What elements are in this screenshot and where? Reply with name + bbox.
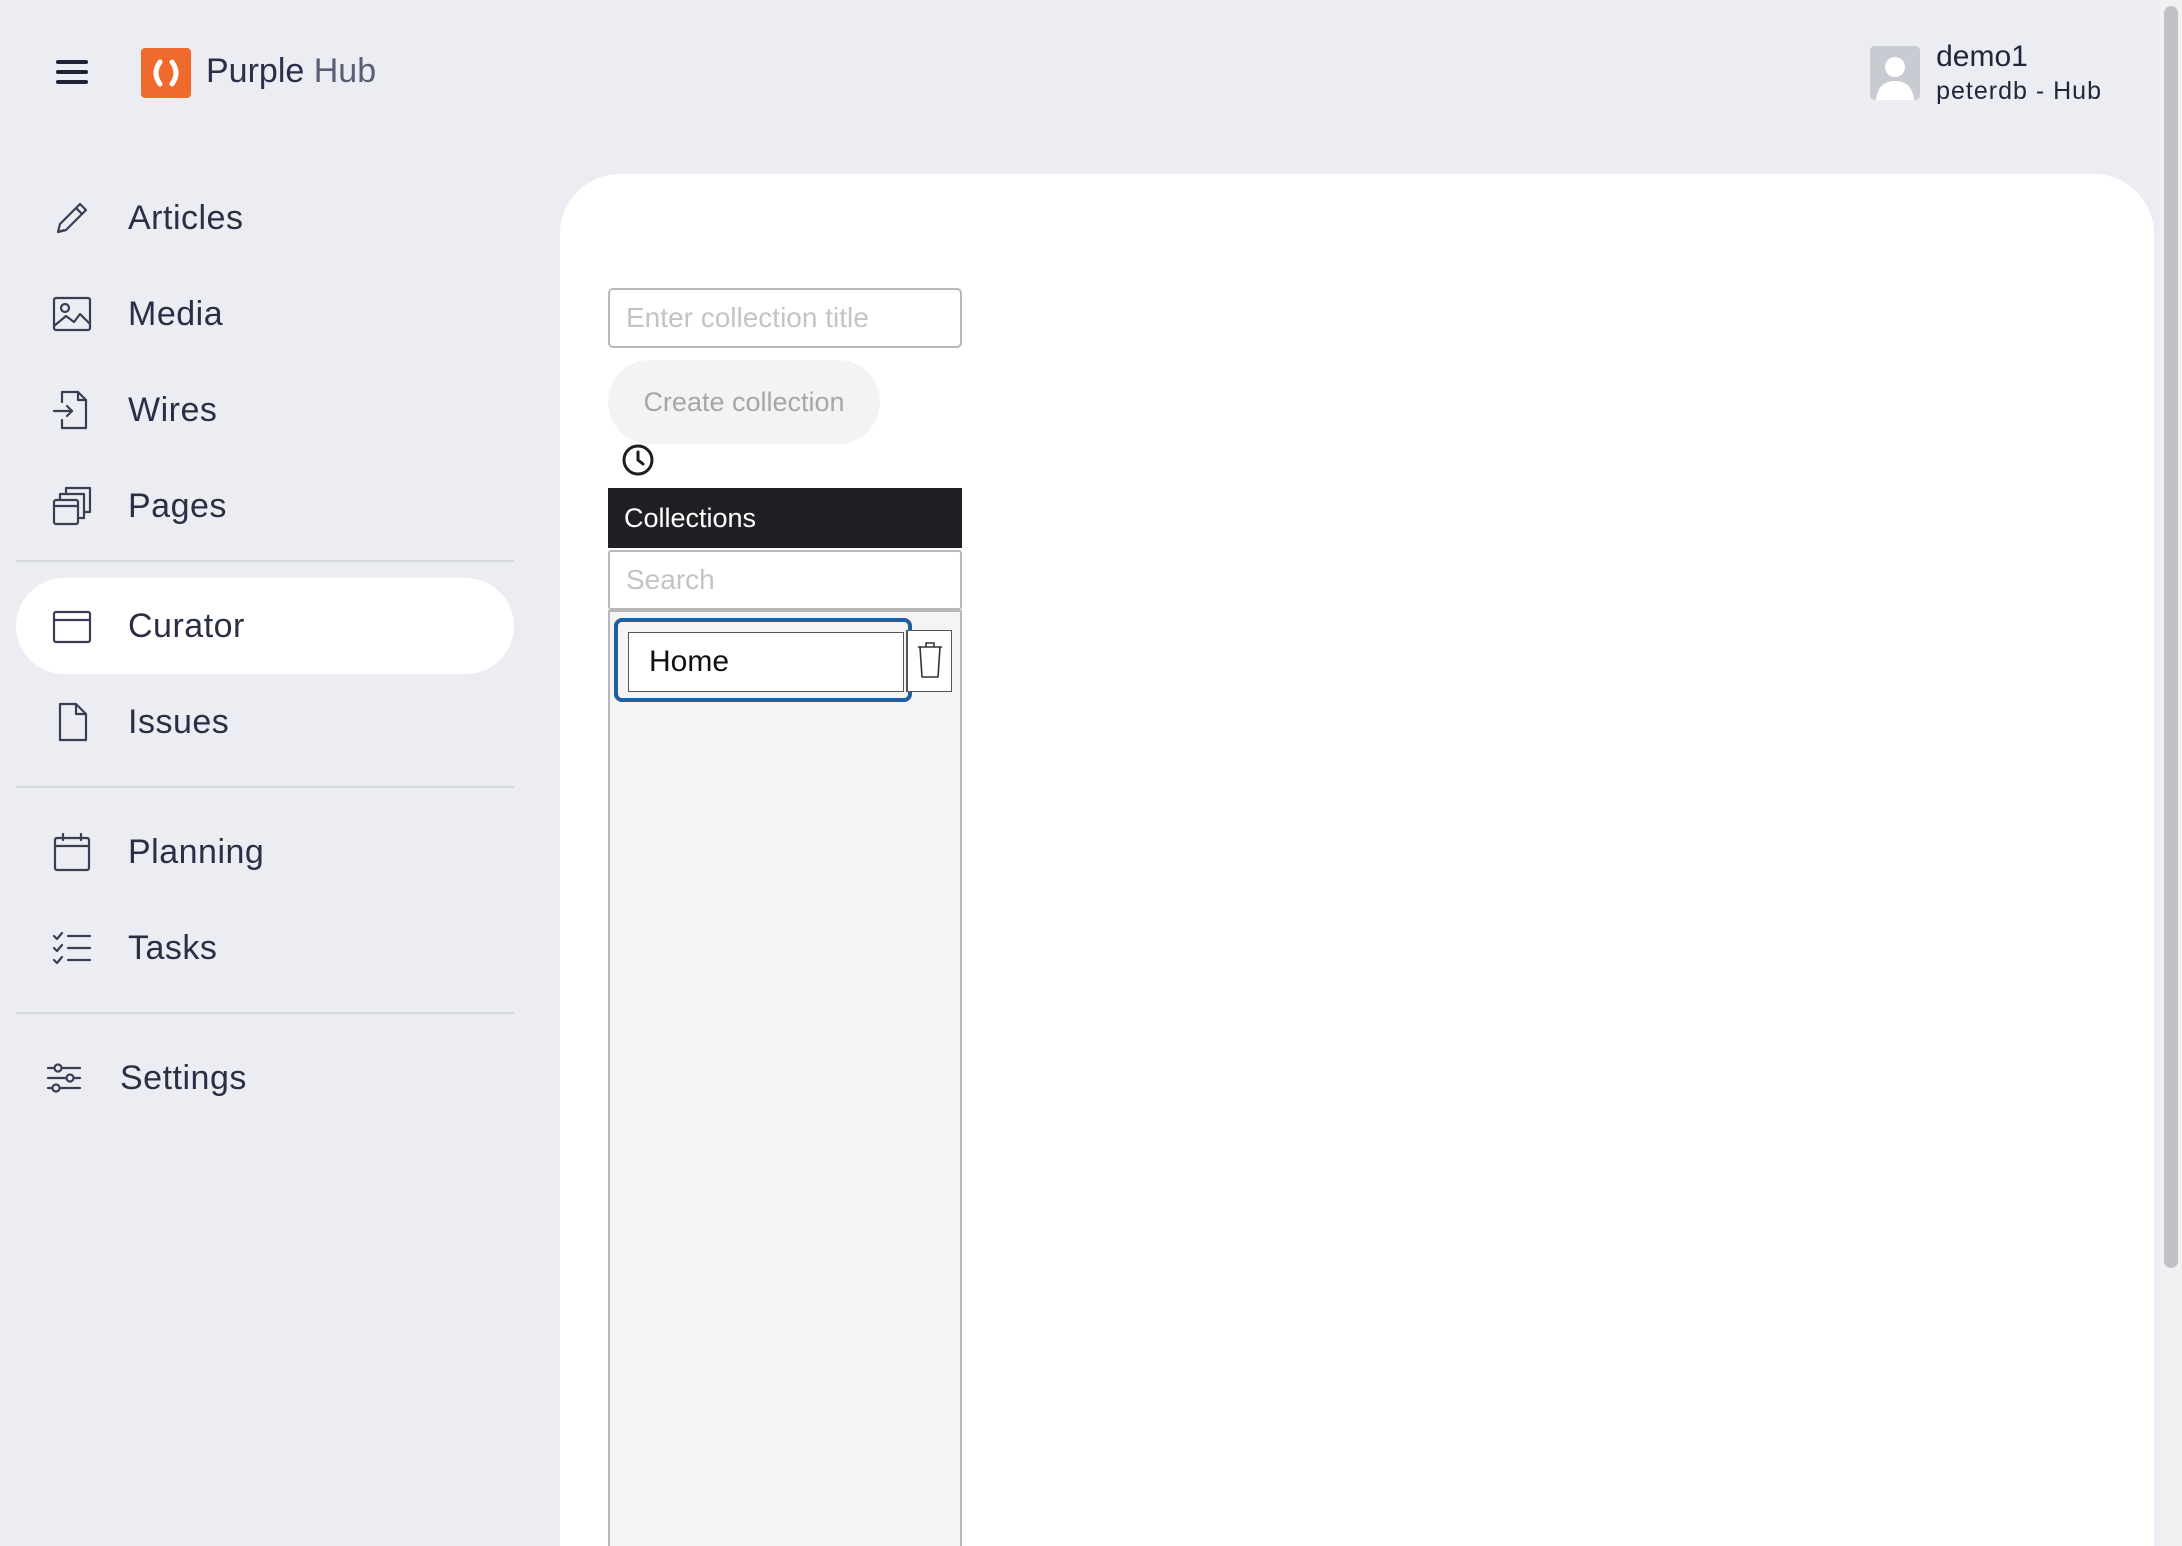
sidebar-item-articles[interactable]: Articles — [16, 170, 514, 266]
collections-list: Home — [608, 610, 962, 1546]
nav-divider — [16, 786, 514, 788]
sidebar-item-curator[interactable]: Curator — [16, 578, 514, 674]
collections-header: Collections — [608, 488, 962, 548]
sidebar-item-label: Curator — [128, 606, 245, 645]
nav-divider — [16, 560, 514, 562]
brand-name: Purple Hub — [206, 52, 376, 91]
sidebar-item-label: Articles — [128, 198, 244, 237]
document-icon — [50, 700, 94, 744]
menu-icon[interactable] — [52, 56, 92, 88]
page-scrollbar[interactable] — [2160, 0, 2182, 1546]
create-collection-button[interactable]: Create collection — [608, 360, 880, 444]
sidebar-item-media[interactable]: Media — [16, 266, 514, 362]
trash-icon — [918, 642, 942, 678]
user-name: demo1 — [1936, 40, 2028, 73]
user-workspace: peterdb - Hub — [1936, 77, 2102, 105]
sidebar-item-label: Settings — [120, 1058, 247, 1097]
curator-panel: Create collection Collections Home — [560, 174, 2154, 1546]
brand-primary: Purple — [206, 52, 305, 90]
calendar-icon — [50, 830, 94, 874]
purple-hub-logo — [141, 48, 191, 98]
stacked-pages-icon — [50, 484, 94, 528]
sidebar-item-tasks[interactable]: Tasks — [16, 900, 514, 996]
sidebar-item-label: Pages — [128, 486, 227, 525]
avatar[interactable] — [1870, 46, 1921, 100]
sidebar-item-label: Tasks — [128, 928, 218, 967]
list-item[interactable]: Home — [614, 618, 912, 702]
sidebar-item-label: Wires — [128, 390, 218, 429]
delete-collection-button[interactable] — [906, 630, 952, 692]
sidebar-item-label: Planning — [128, 832, 265, 871]
import-file-icon — [50, 388, 94, 432]
checklist-icon — [50, 926, 94, 970]
pencil-icon — [50, 196, 94, 240]
browser-window-icon — [50, 604, 94, 648]
image-icon — [50, 292, 94, 336]
sliders-icon — [42, 1056, 86, 1100]
sidebar-item-label: Issues — [128, 702, 230, 741]
collections-search-input[interactable] — [608, 550, 962, 610]
sidebar-item-label: Media — [128, 294, 224, 333]
clock-icon[interactable] — [620, 442, 656, 478]
scrollbar-thumb[interactable] — [2164, 6, 2178, 1268]
sidebar-item-issues[interactable]: Issues — [16, 674, 514, 770]
brand-secondary: Hub — [313, 52, 377, 90]
nav-divider — [16, 1012, 514, 1014]
sidebar-item-planning[interactable]: Planning — [16, 804, 514, 900]
sidebar-item-settings[interactable]: Settings — [16, 1030, 514, 1126]
collection-title-input[interactable] — [608, 288, 962, 348]
sidebar-item-pages[interactable]: Pages — [16, 458, 514, 554]
user-menu[interactable]: demo1 peterdb - Hub — [1870, 38, 2102, 108]
sidebar-item-wires[interactable]: Wires — [16, 362, 514, 458]
collection-name[interactable]: Home — [628, 632, 904, 692]
